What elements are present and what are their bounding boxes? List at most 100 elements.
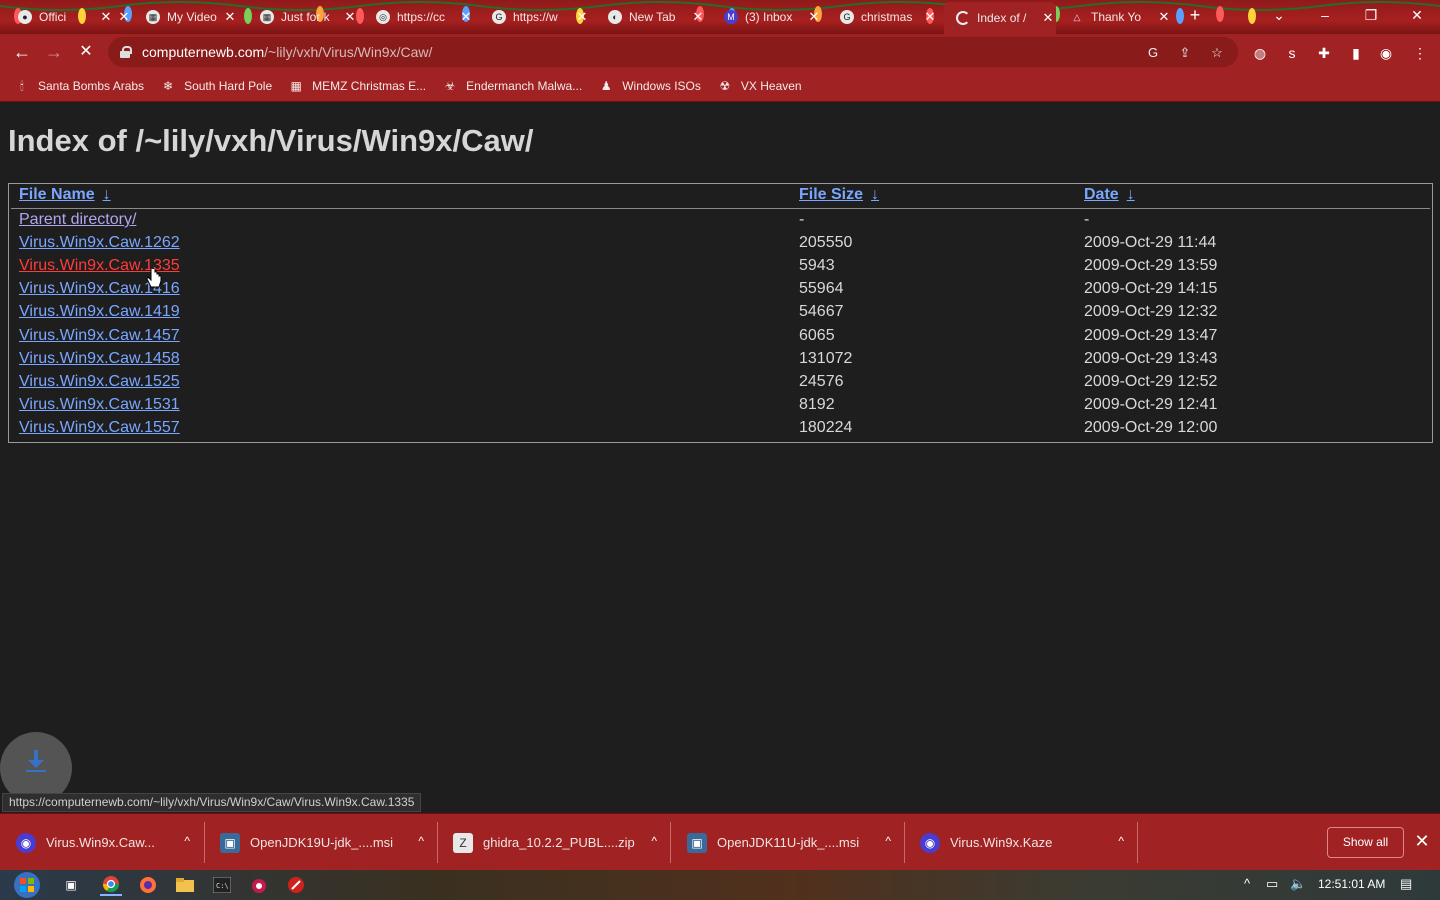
sort-arrow-icon[interactable]: ↓ [103, 186, 111, 203]
tab-close-icon[interactable]: ✕ [222, 9, 238, 25]
extensions-puzzle-icon[interactable]: ✚ [1314, 43, 1334, 63]
extension-s-icon[interactable]: s [1282, 43, 1302, 63]
chevron-up-icon[interactable]: ^ [418, 834, 424, 848]
firefox-icon[interactable] [137, 874, 159, 896]
extension-flag-icon[interactable]: ◍ [1250, 43, 1270, 63]
windows-start-orb-icon[interactable] [8, 871, 46, 899]
file-size-sort-link[interactable]: File Size [799, 186, 863, 203]
bookmark-endermanch-malware[interactable]: ☣ Endermanch Malwa... [442, 78, 582, 94]
tab-close-icon[interactable]: ✕ [98, 9, 114, 25]
tab-1[interactable]: ● Offici ✕ [10, 4, 114, 30]
tab-11[interactable]: △ Thank Yo ✕ [1062, 4, 1172, 30]
file-link[interactable]: Virus.Win9x.Caw.1457 [19, 327, 180, 345]
side-panel-icon[interactable]: ▮ [1346, 43, 1366, 63]
share-icon[interactable]: ⇪ [1176, 44, 1194, 62]
new-tab-button[interactable]: + [1180, 4, 1210, 26]
chevron-up-icon[interactable]: ^ [885, 834, 891, 848]
close-shelf-icon[interactable]: ✕ [1412, 830, 1432, 852]
windows-taskbar: ▣ C:\ ^ ▭ 🔈 12:51:01 AM ▤ [0, 870, 1440, 900]
address-bar[interactable]: computernewb.com /~lily/vxh/Virus/Win9x/… [108, 37, 1238, 67]
date-cell: 2009-Oct-29 11:44 [1084, 234, 1217, 251]
chrome-icon[interactable] [100, 874, 122, 896]
profile-avatar-icon[interactable]: ◉ [1376, 43, 1396, 63]
file-size-cell: 205550 [799, 234, 853, 251]
chevron-up-icon[interactable]: ^ [1118, 834, 1124, 848]
parent-directory-link[interactable]: Parent directory/ [19, 211, 136, 229]
google-lens-icon[interactable]: G [1144, 44, 1162, 62]
sort-arrow-icon[interactable]: ↓ [1127, 186, 1135, 203]
tab-close-icon[interactable]: ✕ [458, 9, 474, 25]
file-link[interactable]: Virus.Win9x.Caw.1458 [19, 350, 180, 368]
col-header-date[interactable]: Date ↓ [1084, 186, 1135, 204]
taskbar-clock[interactable]: 12:51:01 AM [1318, 877, 1385, 891]
file-link[interactable]: Virus.Win9x.Caw.1419 [19, 303, 180, 321]
tab-7[interactable]: ◐ New Tab ✕ [600, 4, 706, 30]
file-link[interactable]: Virus.Win9x.Caw.1262 [19, 234, 180, 252]
app-red-circle-icon[interactable] [285, 874, 307, 896]
sort-arrow-icon[interactable]: ↓ [871, 186, 879, 203]
tab-close-icon[interactable]: ✕ [342, 9, 358, 25]
biohazard-icon: ☣ [444, 78, 456, 93]
hand-cursor-icon [146, 269, 162, 288]
app-raspberry-icon[interactable] [248, 874, 270, 896]
tray-chevron-icon[interactable]: ^ [1244, 876, 1250, 891]
file-link[interactable]: Virus.Win9x.Caw.1531 [19, 396, 180, 414]
chevron-up-icon[interactable]: ^ [651, 834, 657, 848]
restore-button[interactable]: ❐ [1356, 4, 1386, 26]
tab-loading-icon [956, 11, 970, 25]
bookmark-windows-isos[interactable]: ♟ Windows ISOs [598, 78, 701, 94]
col-header-file-name[interactable]: File Name ↓ [19, 186, 111, 204]
bookmark-star-icon[interactable]: ☆ [1208, 44, 1226, 62]
tab-8[interactable]: M (3) Inbox ✕ [716, 4, 822, 30]
tab-6[interactable]: G https://w ✕ [484, 4, 590, 30]
lock-icon[interactable] [120, 46, 132, 58]
tab-2[interactable]: ✕ [116, 4, 134, 30]
back-button[interactable]: ← [10, 40, 34, 64]
tab-5[interactable]: ◎ https://cc ✕ [368, 4, 474, 30]
terminal-icon[interactable]: C:\ [211, 874, 233, 896]
notifications-icon[interactable]: ▤ [1400, 876, 1412, 892]
tab-10-active[interactable]: Index of / ✕ [944, 2, 1056, 34]
stop-loading-button[interactable]: ✕ [74, 40, 98, 64]
tab-favicon-icon: G [492, 10, 506, 24]
tab-close-icon[interactable]: ✕ [922, 9, 938, 25]
download-divider [204, 822, 205, 863]
download-item[interactable]: ◉ Virus.Win9x.Kaze ^ [920, 814, 1136, 871]
tab-4[interactable]: ▦ Just for k ✕ [252, 4, 358, 30]
download-item[interactable]: Z ghidra_10.2.2_PUBL....zip ^ [453, 814, 669, 871]
bookmark-south-hard-pole[interactable]: ❄ South Hard Pole [160, 78, 272, 94]
tab-close-icon[interactable]: ✕ [806, 9, 822, 25]
tab-search-button[interactable]: ⌄ [1264, 4, 1294, 26]
bookmark-vx-heaven[interactable]: ☢ VX Heaven [717, 78, 802, 94]
tab-close-icon[interactable]: ✕ [1156, 9, 1172, 25]
file-name-sort-link[interactable]: File Name [19, 186, 95, 203]
close-window-button[interactable]: ✕ [1402, 4, 1432, 26]
file-link[interactable]: Virus.Win9x.Caw.1557 [19, 419, 180, 437]
tab-3[interactable]: ▦ My Video ✕ [138, 4, 238, 30]
volume-icon[interactable]: 🔈 [1290, 876, 1306, 892]
tab-close-icon[interactable]: ✕ [574, 9, 590, 25]
network-icon[interactable]: ▭ [1266, 876, 1278, 892]
tab-title: New Tab [629, 10, 676, 24]
download-item[interactable]: ◉ Virus.Win9x.Caw... ^ [16, 814, 202, 871]
col-header-file-size[interactable]: File Size ↓ [799, 186, 879, 204]
tab-close-icon[interactable]: ✕ [116, 9, 132, 25]
menu-kebab-icon[interactable]: ⋮ [1410, 43, 1430, 63]
file-link[interactable]: Virus.Win9x.Caw.1525 [19, 373, 180, 391]
task-view-icon[interactable]: ▣ [60, 874, 82, 896]
status-bar-url: https://computernewb.com/~lily/vxh/Virus… [2, 793, 422, 812]
tab-close-icon[interactable]: ✕ [1040, 10, 1056, 26]
file-explorer-icon[interactable] [174, 874, 196, 896]
forward-button[interactable]: → [42, 40, 66, 64]
file-size-cell: 24576 [799, 373, 844, 390]
download-item[interactable]: ▣ OpenJDK11U-jdk_....msi ^ [687, 814, 903, 871]
download-item[interactable]: ▣ OpenJDK19U-jdk_....msi ^ [220, 814, 436, 871]
minimize-button[interactable]: – [1310, 4, 1340, 26]
bookmark-memz-christmas[interactable]: ▦ MEMZ Christmas E... [288, 78, 426, 94]
show-all-downloads-button[interactable]: Show all [1327, 827, 1404, 858]
chevron-up-icon[interactable]: ^ [184, 834, 190, 848]
tab-close-icon[interactable]: ✕ [690, 9, 706, 25]
bookmark-santa-bombs-arabs[interactable]: 🕯 Santa Bombs Arabs [14, 78, 144, 94]
tab-9[interactable]: G christmas ✕ [832, 4, 938, 30]
date-sort-link[interactable]: Date [1084, 186, 1119, 203]
